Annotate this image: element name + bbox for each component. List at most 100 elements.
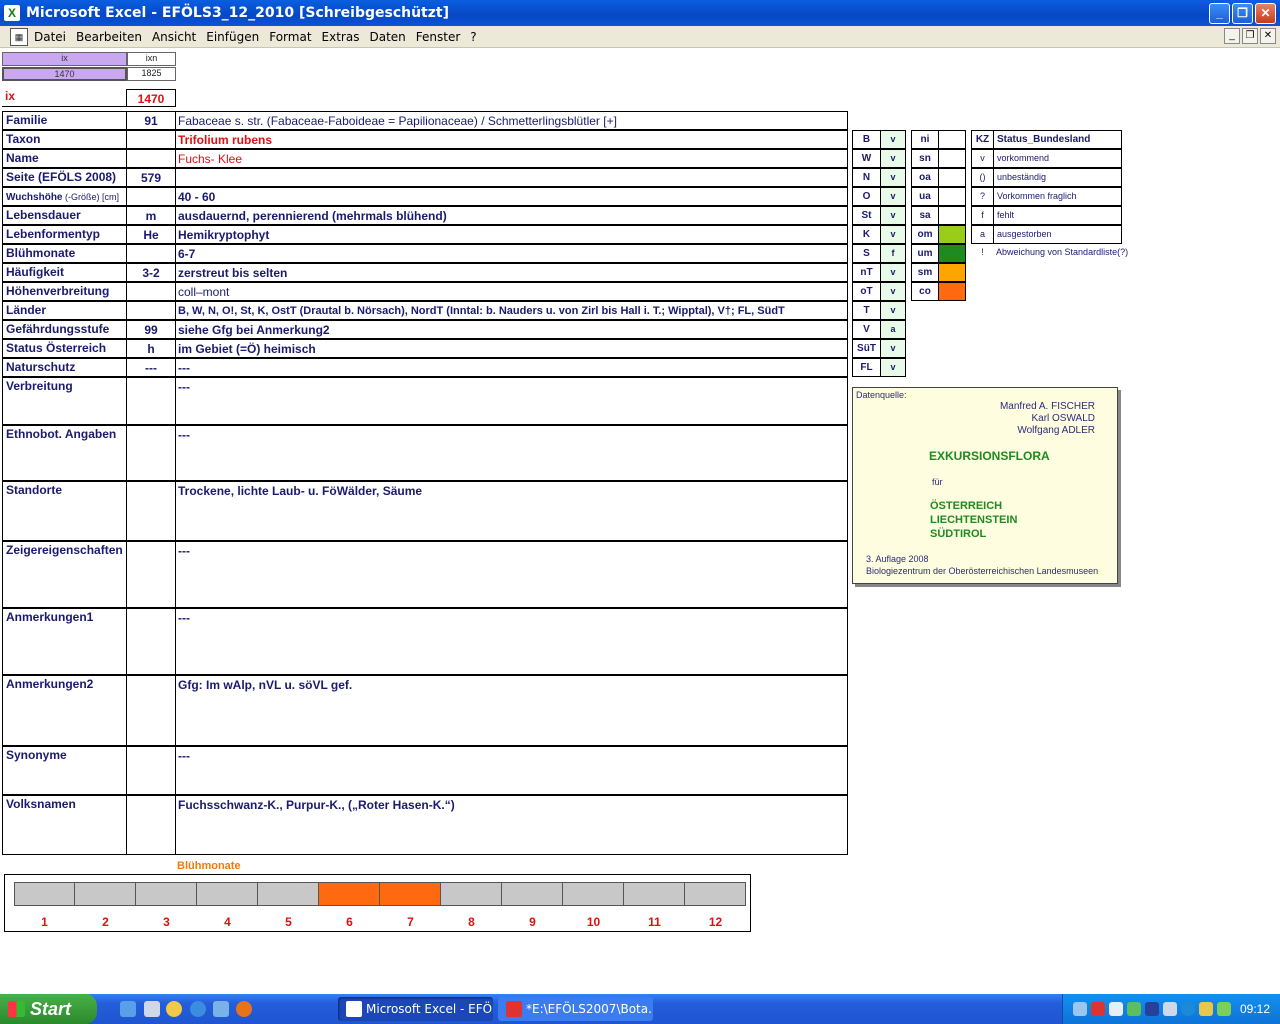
- row-code-verbreitung[interactable]: [126, 377, 176, 425]
- row-value-anmerkungen1[interactable]: ---: [175, 608, 848, 675]
- row-value-ethnobot-angaben[interactable]: ---: [175, 425, 848, 481]
- menu-daten[interactable]: Daten: [369, 30, 405, 44]
- row-code-ethnobot-angaben[interactable]: [126, 425, 176, 481]
- region-status-nT[interactable]: v: [880, 263, 906, 282]
- region-status-SüT[interactable]: v: [880, 339, 906, 358]
- row-code-höhenverbreitung[interactable]: [126, 282, 176, 301]
- row-value-status-österreich[interactable]: im Gebiet (=Ö) heimisch: [175, 339, 848, 358]
- row-code-status-österreich[interactable]: h: [126, 339, 176, 358]
- menu-einfuegen[interactable]: Einfügen: [206, 30, 259, 44]
- row-value-zeigereigenschaften[interactable]: ---: [175, 541, 848, 608]
- row-value-seite-eföls-2008-[interactable]: [175, 168, 848, 187]
- row-value-standorte[interactable]: Trockene, lichte Laub- u. FöWälder, Säum…: [175, 481, 848, 541]
- menu-fenster[interactable]: Fenster: [416, 30, 461, 44]
- ix-header[interactable]: ix: [2, 52, 127, 66]
- row-value-volksnamen[interactable]: Fuchsschwanz-K., Purpur-K., („Roter Hase…: [175, 795, 848, 855]
- row-label-häufigkeit[interactable]: Häufigkeit: [2, 263, 127, 282]
- altitude-swatch-oa[interactable]: [938, 168, 966, 187]
- row-code-standorte[interactable]: [126, 481, 176, 541]
- minimize-button[interactable]: _: [1209, 3, 1230, 24]
- tray-app-icon[interactable]: [1217, 1002, 1231, 1016]
- altitude-swatch-om[interactable]: [938, 225, 966, 244]
- region-status-S[interactable]: f: [880, 244, 906, 263]
- row-code-länder[interactable]: [126, 301, 176, 320]
- quicklaunch-app-icon[interactable]: [144, 1001, 160, 1017]
- row-label-länder[interactable]: Länder: [2, 301, 127, 320]
- altitude-sm[interactable]: sm: [911, 263, 939, 282]
- region-status-K[interactable]: v: [880, 225, 906, 244]
- region-status-FL[interactable]: v: [880, 358, 906, 377]
- task-editor[interactable]: *E:\EFÖLS2007\Bota...: [498, 997, 653, 1021]
- row-value-höhenverbreitung[interactable]: coll–mont: [175, 282, 848, 301]
- row-label-name[interactable]: Name: [2, 149, 127, 168]
- ix-big-value[interactable]: 1470: [126, 89, 176, 107]
- region-status-V[interactable]: a: [880, 320, 906, 339]
- region-K[interactable]: K: [852, 225, 881, 244]
- row-value-anmerkungen2[interactable]: Gfg: Im wAlp, nVL u. söVL gef.: [175, 675, 848, 746]
- row-code-familie[interactable]: 91: [126, 111, 176, 130]
- doc-minimize-button[interactable]: _: [1224, 28, 1240, 44]
- region-N[interactable]: N: [852, 168, 881, 187]
- region-status-T[interactable]: v: [880, 301, 906, 320]
- menu-ansicht[interactable]: Ansicht: [152, 30, 196, 44]
- altitude-swatch-co[interactable]: [938, 282, 966, 301]
- row-label-zeigereigenschaften[interactable]: Zeigereigenschaften: [2, 541, 127, 608]
- row-label-anmerkungen1[interactable]: Anmerkungen1: [2, 608, 127, 675]
- menu-format[interactable]: Format: [269, 30, 311, 44]
- row-value-wuchshöhe[interactable]: 40 - 60: [175, 187, 848, 206]
- altitude-sn[interactable]: sn: [911, 149, 939, 168]
- row-label-taxon[interactable]: Taxon: [2, 130, 127, 149]
- row-label-wuchshöhe[interactable]: Wuchshöhe (-Größe) [cm]: [2, 187, 127, 206]
- region-St[interactable]: St: [852, 206, 881, 225]
- row-label-volksnamen[interactable]: Volksnamen: [2, 795, 127, 855]
- row-code-gefährdungsstufe[interactable]: 99: [126, 320, 176, 339]
- region-SüT[interactable]: SüT: [852, 339, 881, 358]
- window-titlebar[interactable]: X Microsoft Excel - EFÖLS3_12_2010 [Schr…: [0, 0, 1280, 26]
- row-label-verbreitung[interactable]: Verbreitung: [2, 377, 127, 425]
- region-W[interactable]: W: [852, 149, 881, 168]
- workbook-icon[interactable]: ▦: [10, 27, 28, 46]
- row-code-volksnamen[interactable]: [126, 795, 176, 855]
- row-label-familie[interactable]: Familie: [2, 111, 127, 130]
- row-code-blühmonate[interactable]: [126, 244, 176, 263]
- row-code-lebenformentyp[interactable]: He: [126, 225, 176, 244]
- altitude-swatch-sn[interactable]: [938, 149, 966, 168]
- region-O[interactable]: O: [852, 187, 881, 206]
- volume-icon[interactable]: [1163, 1002, 1177, 1016]
- row-code-wuchshöhe[interactable]: [126, 187, 176, 206]
- row-code-seite-eföls-2008-[interactable]: 579: [126, 168, 176, 187]
- row-value-lebensdauer[interactable]: ausdauernd, perennierend (mehrmals blühe…: [175, 206, 848, 225]
- row-code-lebensdauer[interactable]: m: [126, 206, 176, 225]
- menu-bearbeiten[interactable]: Bearbeiten: [76, 30, 142, 44]
- ix-big-label[interactable]: ix: [2, 89, 127, 107]
- region-oT[interactable]: oT: [852, 282, 881, 301]
- row-label-blühmonate[interactable]: Blühmonate: [2, 244, 127, 263]
- row-value-synonyme[interactable]: ---: [175, 746, 848, 795]
- region-FL[interactable]: FL: [852, 358, 881, 377]
- update-icon[interactable]: [1127, 1002, 1141, 1016]
- region-status-N[interactable]: v: [880, 168, 906, 187]
- row-code-naturschutz[interactable]: ---: [126, 358, 176, 377]
- quicklaunch-desktop-icon[interactable]: [120, 1001, 136, 1017]
- altitude-ua[interactable]: ua: [911, 187, 939, 206]
- row-label-standorte[interactable]: Standorte: [2, 481, 127, 541]
- row-value-familie[interactable]: Fabaceae s. str. (Fabaceae-Faboideae = P…: [175, 111, 848, 130]
- row-value-häufigkeit[interactable]: zerstreut bis selten: [175, 263, 848, 282]
- altitude-swatch-sa[interactable]: [938, 206, 966, 225]
- row-label-naturschutz[interactable]: Naturschutz: [2, 358, 127, 377]
- row-label-status-österreich[interactable]: Status Österreich: [2, 339, 127, 358]
- altitude-sa[interactable]: sa: [911, 206, 939, 225]
- row-code-zeigereigenschaften[interactable]: [126, 541, 176, 608]
- drive-icon[interactable]: [1199, 1002, 1213, 1016]
- altitude-um[interactable]: um: [911, 244, 939, 263]
- doc-restore-button[interactable]: ❐: [1242, 28, 1258, 44]
- shield-icon[interactable]: [1145, 1002, 1159, 1016]
- region-status-oT[interactable]: v: [880, 282, 906, 301]
- row-label-lebenformentyp[interactable]: Lebenformentyp: [2, 225, 127, 244]
- row-code-anmerkungen1[interactable]: [126, 608, 176, 675]
- row-value-länder[interactable]: B, W, N, O!, St, K, OstT (Drautal b. Nör…: [175, 301, 848, 320]
- row-label-seite-eföls-2008-[interactable]: Seite (EFÖLS 2008): [2, 168, 127, 187]
- quicklaunch-firefox-icon[interactable]: [236, 1001, 252, 1017]
- restore-button[interactable]: ❐: [1232, 3, 1253, 24]
- clock[interactable]: 09:12: [1240, 994, 1270, 1024]
